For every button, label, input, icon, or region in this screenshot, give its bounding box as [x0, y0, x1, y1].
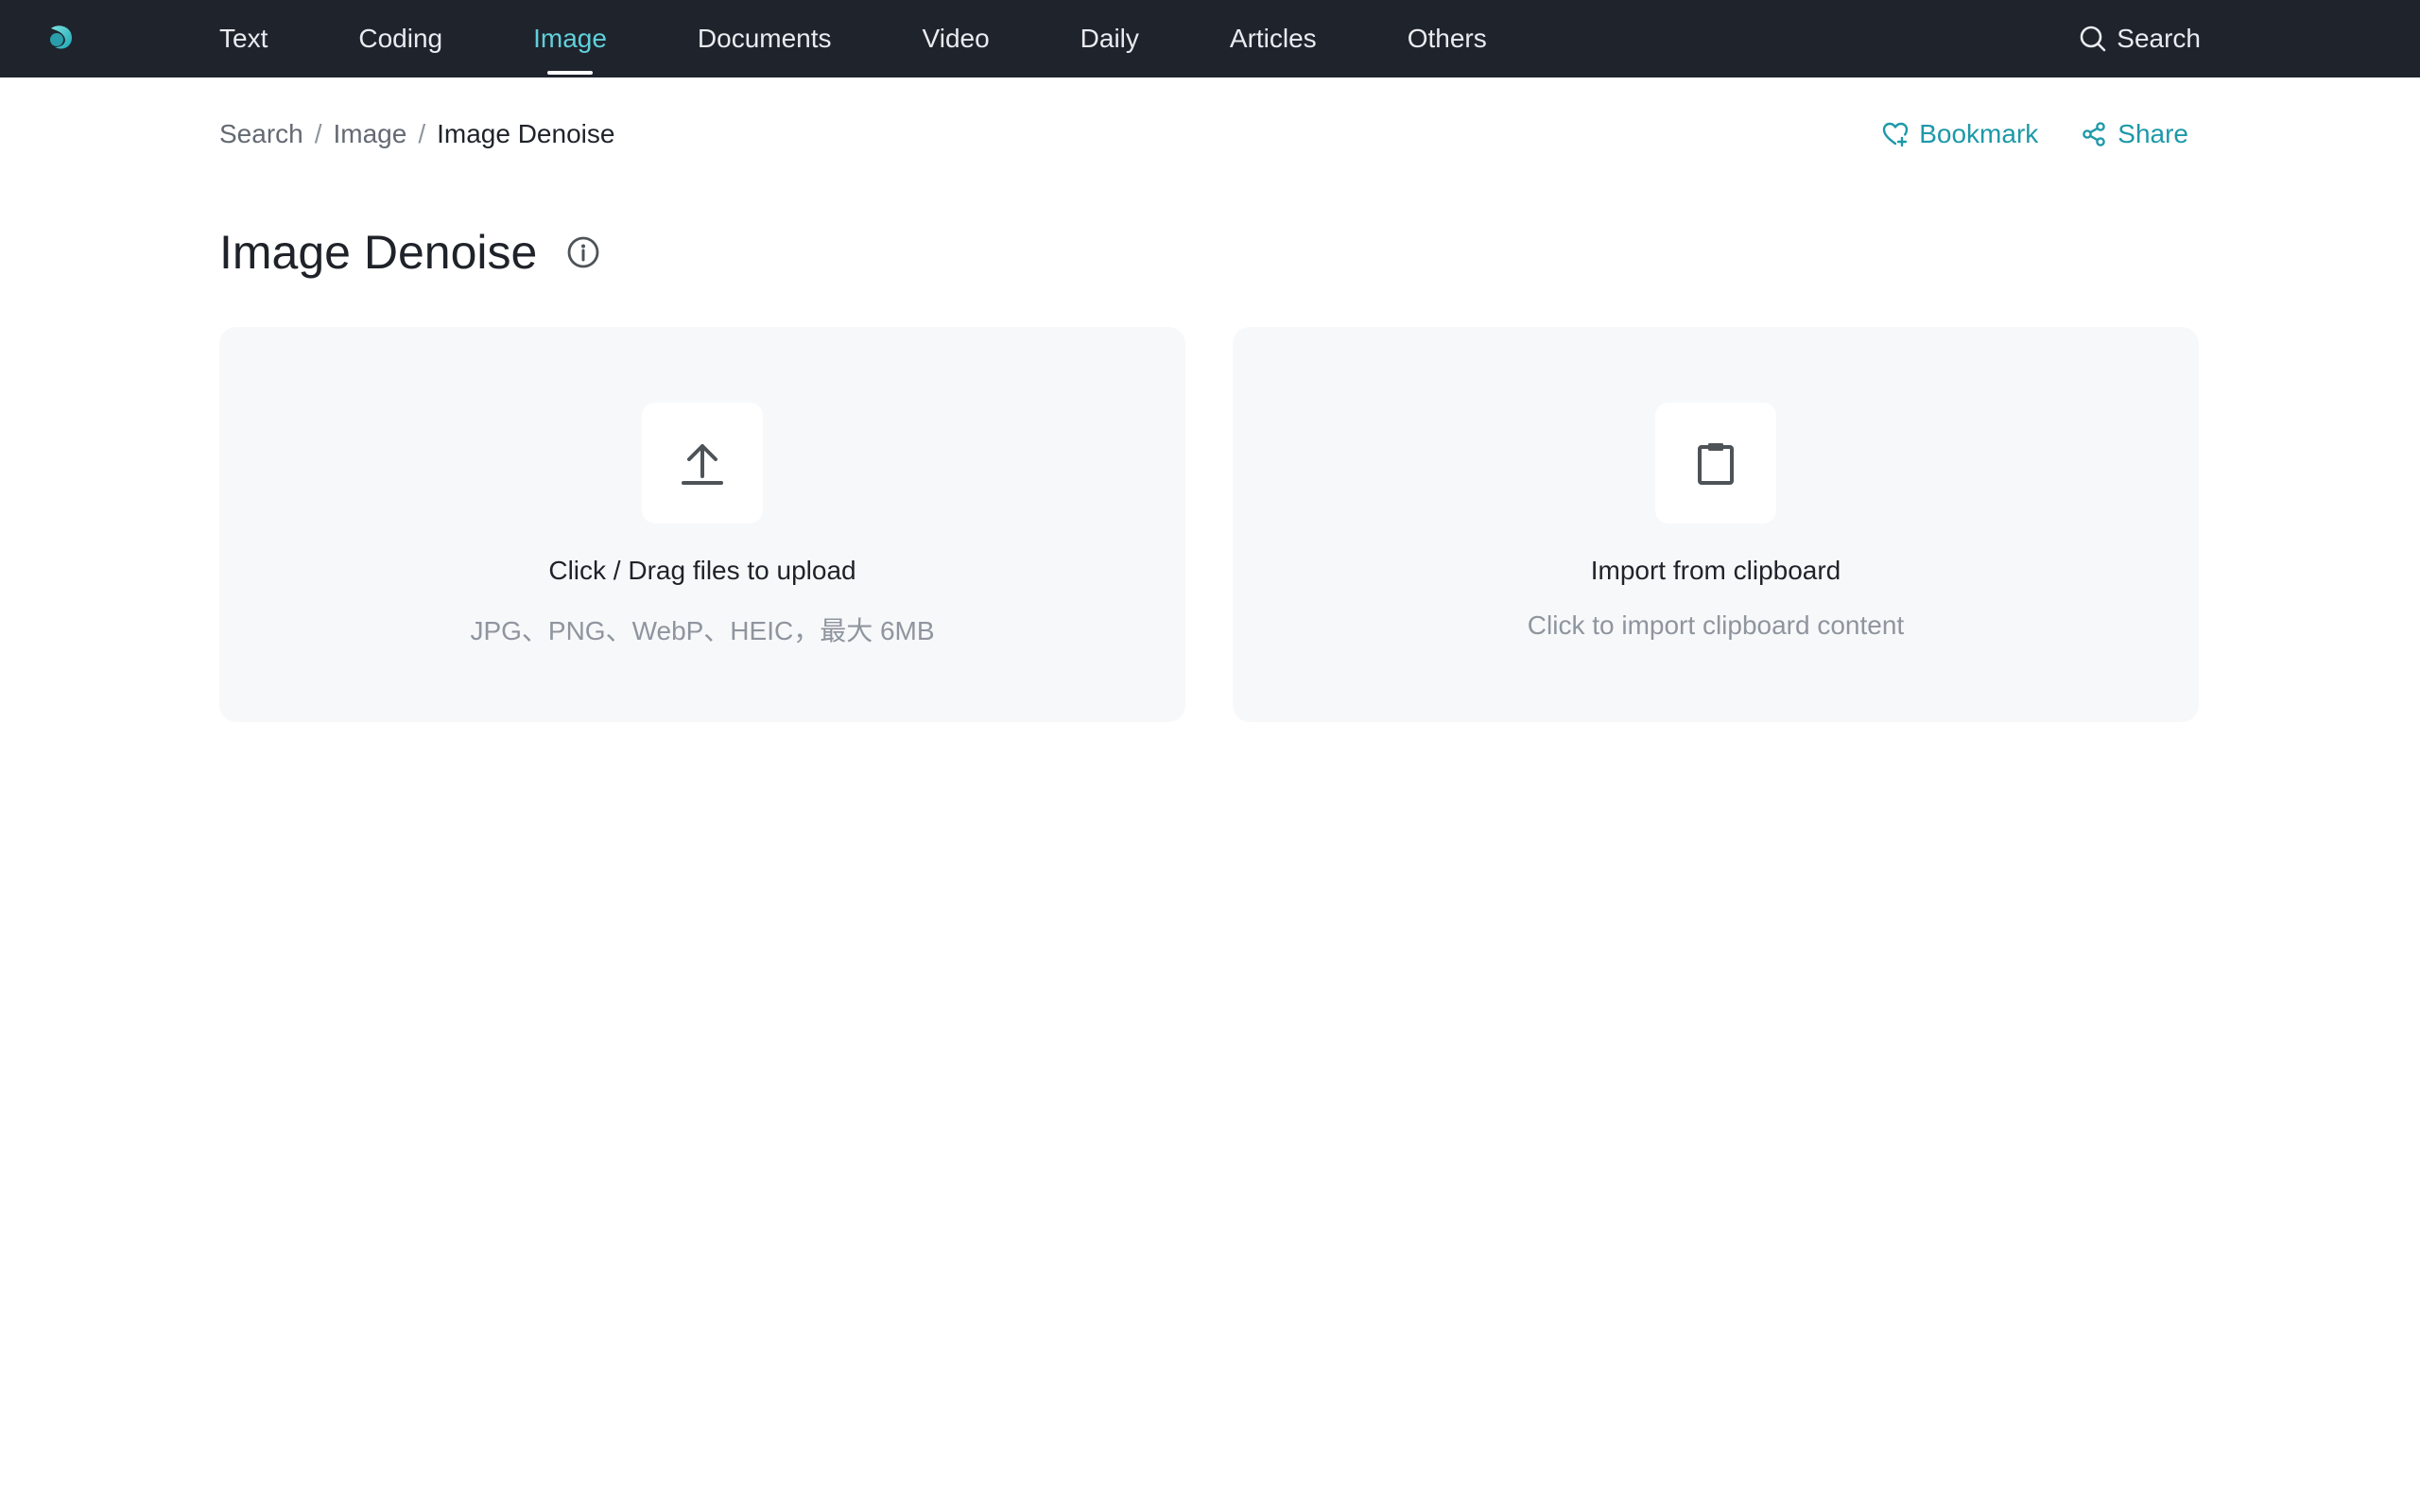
clipboard-icon — [1698, 443, 1734, 485]
breadcrumb-current: Image Denoise — [437, 119, 615, 148]
nav-item-others[interactable]: Others — [1408, 0, 1487, 77]
nav-item-video[interactable]: Video — [923, 0, 990, 77]
upload-card-subtitle: JPG、PNG、WebP、HEIC，最大 6MB — [470, 616, 935, 645]
upload-card-title: Click / Drag files to upload — [548, 556, 856, 585]
breadcrumb-item-image[interactable]: Image — [334, 119, 407, 149]
top-navigation-bar: Text Coding Image Documents Video Daily … — [0, 0, 2420, 77]
breadcrumb-separator: / — [314, 119, 322, 148]
share-button[interactable]: Share — [2080, 119, 2188, 149]
nav-search-button[interactable]: Search — [2079, 0, 2201, 77]
clipboard-card[interactable]: Import from clipboard Click to import cl… — [1233, 327, 2199, 722]
title-row: Image Denoise — [219, 219, 601, 285]
info-icon[interactable] — [565, 234, 601, 270]
app-logo-icon[interactable] — [43, 19, 81, 57]
breadcrumb: Search / Image / Image Denoise — [219, 113, 614, 155]
nav-item-daily[interactable]: Daily — [1080, 0, 1139, 77]
nav-item-text[interactable]: Text — [219, 0, 268, 77]
share-label: Share — [2118, 119, 2188, 148]
nav-item-image[interactable]: Image — [533, 0, 607, 77]
search-icon — [2080, 26, 2106, 52]
page-actions: Bookmark Share — [1840, 113, 2188, 155]
nav-item-documents[interactable]: Documents — [698, 0, 832, 77]
share-icon — [2083, 122, 2106, 146]
page-title: Image Denoise — [219, 226, 538, 279]
upload-card[interactable]: Click / Drag files to upload JPG、PNG、Web… — [219, 327, 1185, 722]
breadcrumb-item-search[interactable]: Search — [219, 119, 303, 149]
clipboard-card-subtitle: Click to import clipboard content — [1527, 610, 1905, 640]
upload-icon — [682, 444, 723, 485]
nav-search-label: Search — [2117, 24, 2201, 53]
bookmark-label: Bookmark — [1919, 119, 2039, 148]
clipboard-icon-box — [1655, 403, 1776, 524]
main-nav: Text Coding Image Documents Video Daily … — [219, 0, 1578, 77]
nav-item-coding[interactable]: Coding — [358, 0, 442, 77]
breadcrumb-separator: / — [418, 119, 426, 148]
clipboard-card-title: Import from clipboard — [1590, 556, 1841, 585]
upload-icon-box — [642, 403, 763, 524]
nav-item-articles[interactable]: Articles — [1230, 0, 1317, 77]
bookmark-button[interactable]: Bookmark — [1881, 119, 2038, 149]
heart-plus-icon — [1883, 122, 1909, 147]
